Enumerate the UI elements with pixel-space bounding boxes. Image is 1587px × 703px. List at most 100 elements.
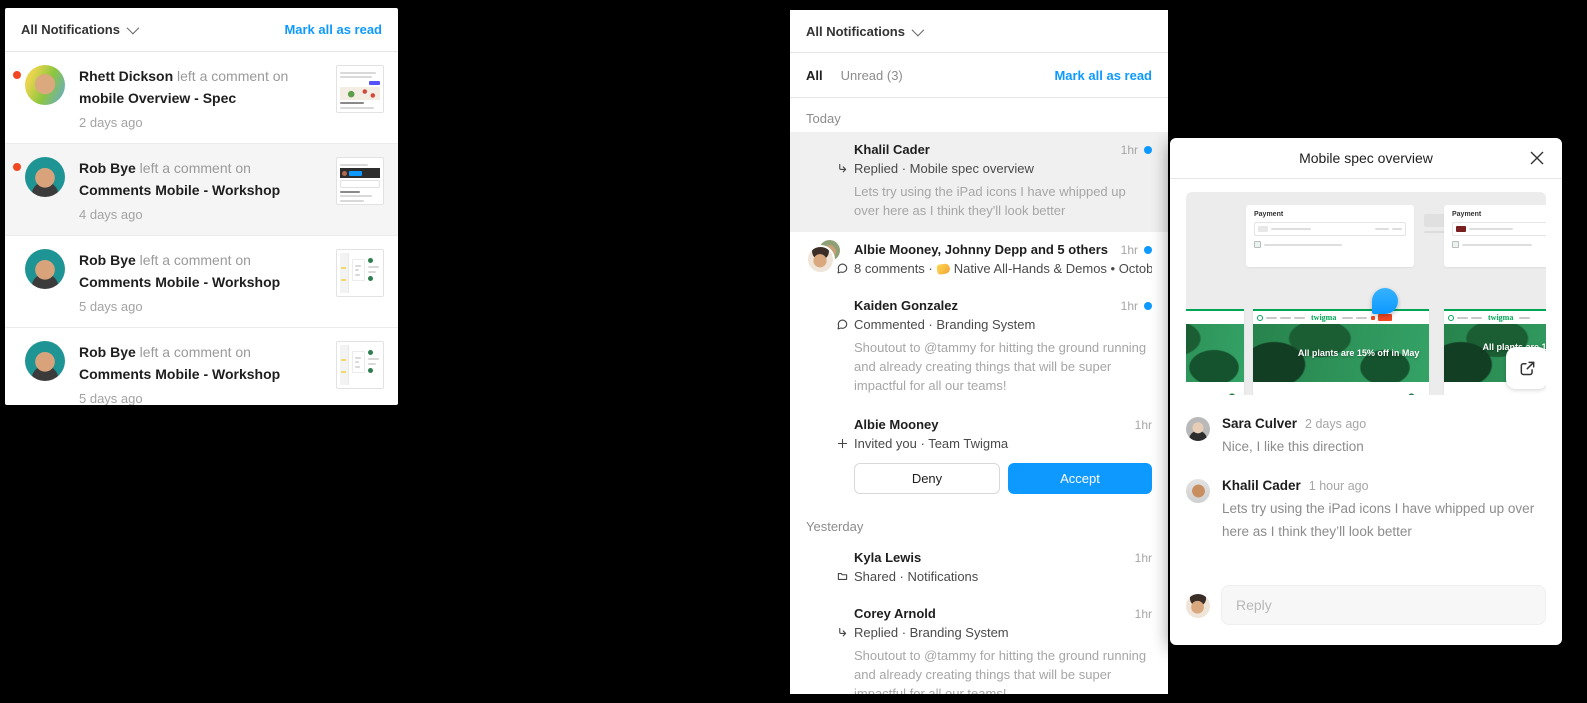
notifications-filter-dropdown[interactable]: All Notifications — [21, 22, 136, 37]
comment-body: Khalil Cader1 hour agoLets try using the… — [1222, 478, 1546, 543]
payment-input-mock — [1452, 222, 1546, 236]
thumbnail — [336, 65, 384, 113]
tab-all[interactable]: All — [806, 68, 823, 83]
deny-button[interactable]: Deny — [854, 463, 1000, 494]
filter-label: All Notifications — [21, 22, 120, 37]
timestamp: 1hr — [1135, 418, 1152, 432]
notification-action: Shared · Notifications — [854, 569, 1152, 584]
notification-headline: Kaiden Gonzalez 1hr — [854, 298, 1152, 313]
chevron-down-icon — [912, 23, 925, 36]
notifications-tabs: All Unread (3) Mark all as read — [790, 53, 1168, 98]
avatar-wrap — [806, 298, 838, 330]
notification-item[interactable]: Kaiden Gonzalez1hrCommented · Branding S… — [790, 288, 1168, 407]
avatar-primary — [806, 245, 835, 274]
notification-item[interactable]: Albie Mooney, Johnny Depp and 5 others1h… — [790, 232, 1168, 288]
payment-label: Payment — [1254, 211, 1406, 218]
storefront-mock-left — [1186, 309, 1244, 395]
notification-item[interactable]: Rhett Dickson left a comment on mobile O… — [5, 52, 398, 143]
close-icon[interactable] — [1526, 147, 1548, 169]
reply-icon — [834, 624, 850, 640]
notification-item[interactable]: Kyla Lewis1hr Shared · Notifications — [790, 540, 1168, 596]
notification-item[interactable]: Albie Mooney 1hr Invited you · Team Twigma… — [790, 407, 1168, 506]
notification-content: Kyla Lewis1hr Shared · Notifications — [854, 550, 1152, 584]
actor-name: Kaiden Gonzalez — [854, 298, 1115, 313]
message-preview: Shoutout to @tammy for hitting the groun… — [854, 646, 1152, 694]
notification-headline: Kyla Lewis1hr — [854, 550, 1152, 565]
reply-icon — [834, 160, 850, 176]
timestamp: 1hr — [1121, 299, 1138, 313]
payment-input-mock — [1254, 222, 1406, 236]
reply-input[interactable] — [1221, 585, 1546, 625]
unread-dot-icon — [1144, 146, 1152, 154]
actor-name: Albie Mooney — [854, 417, 1129, 432]
notification-content: Kaiden Gonzalez1hrCommented · Branding S… — [854, 298, 1152, 395]
timestamp: 5 days ago — [79, 391, 326, 405]
timestamp: 4 days ago — [79, 207, 326, 222]
open-external-icon[interactable] — [1506, 347, 1546, 389]
notification-text: Rob Bye left a comment on Comments Mobil… — [79, 341, 326, 385]
mark-all-read-button[interactable]: Mark all as read — [1054, 68, 1152, 83]
notification-action: Replied · Mobile spec overview — [854, 161, 1152, 176]
comment-icon — [834, 260, 850, 276]
notification-body: Rob Bye left a comment on Comments Mobil… — [79, 157, 336, 222]
notification-item[interactable]: Rob Bye left a comment on Comments Mobil… — [5, 143, 398, 235]
avatar — [1186, 594, 1210, 618]
target-name: Comments Mobile - Workshop — [79, 274, 280, 290]
notification-headline: Albie Mooney 1hr — [854, 417, 1152, 432]
store-navbar-mock: twigma — [1253, 309, 1429, 324]
brand-logo: twigma — [1311, 313, 1336, 322]
notification-body: Rhett Dickson left a comment on mobile O… — [79, 65, 336, 130]
avatar — [1186, 479, 1210, 503]
unread-dot-icon — [13, 71, 21, 79]
section-label: Yesterday — [790, 506, 1168, 540]
avatar-wrap — [806, 606, 838, 638]
action-prefix: 8 comments · — [854, 261, 933, 276]
comment-icon — [834, 316, 850, 332]
action-text: Replied · Branding System — [854, 625, 1009, 640]
timestamp: 1hr — [1121, 243, 1138, 257]
hero-banner: All plants are 15% off in May — [1253, 324, 1429, 382]
center-panel-header: All Notifications — [790, 10, 1168, 53]
payment-label: Payment — [1452, 211, 1546, 218]
notifications-filter-dropdown[interactable]: All Notifications — [806, 24, 921, 39]
timestamp: 1hr — [1121, 143, 1138, 157]
avatar-wrap — [806, 550, 838, 582]
notification-text: Rob Bye left a comment on Comments Mobil… — [79, 249, 326, 293]
chevron-down-icon — [127, 22, 140, 35]
comment-text: Lets try using the iPad icons I have whi… — [1222, 497, 1546, 543]
accept-button[interactable]: Accept — [1008, 463, 1152, 494]
notification-item[interactable]: Rob Bye left a comment on Comments Mobil… — [5, 235, 398, 327]
actor-name: Rhett Dickson — [79, 68, 173, 84]
notification-text: Rob Bye left a comment on Comments Mobil… — [79, 157, 326, 201]
mark-all-read-button[interactable]: Mark all as read — [284, 22, 382, 37]
avatar — [25, 249, 65, 289]
avatar — [25, 65, 65, 105]
notifications-popover-compact: All Notifications Mark all as read Rhett… — [5, 8, 398, 405]
thumbnail — [336, 341, 384, 389]
target-name: mobile Overview - Spec — [79, 90, 236, 106]
comment: Sara Culver2 days agoNice, I like this d… — [1186, 416, 1546, 458]
payment-checkbox-mock — [1452, 241, 1546, 248]
notification-text: Rhett Dickson left a comment on mobile O… — [79, 65, 326, 109]
comment: Khalil Cader1 hour agoLets try using the… — [1186, 478, 1546, 543]
target-name: Comments Mobile - Workshop — [79, 366, 280, 382]
comment-timestamp: 2 days ago — [1305, 417, 1366, 431]
left-panel-header: All Notifications Mark all as read — [5, 8, 398, 52]
file-preview-canvas[interactable]: Payment Complete Order Payment — [1186, 192, 1546, 395]
tab-unread[interactable]: Unread (3) — [841, 68, 903, 83]
notification-action: Invited you · Team Twigma — [854, 436, 1152, 451]
modal-header: Mobile spec overview — [1170, 138, 1562, 179]
notification-content: Albie Mooney 1hr Invited you · Team Twigma… — [854, 417, 1152, 494]
message-preview: Shoutout to @tammy for hitting the groun… — [854, 338, 1152, 395]
comment-pin-icon[interactable] — [1372, 288, 1398, 314]
thumbnail — [336, 249, 384, 297]
notification-item[interactable]: Khalil Cader1hrReplied · Mobile spec ove… — [790, 132, 1168, 232]
storefront-mock-center: twigma All plants are 15% off in May Fin… — [1253, 309, 1429, 395]
notification-item[interactable]: Rob Bye left a comment on Comments Mobil… — [5, 327, 398, 405]
message-preview: Lets try using the iPad icons I have whi… — [854, 182, 1152, 220]
avatar — [25, 341, 65, 381]
unread-dot-icon — [13, 163, 21, 171]
modal-title: Mobile spec overview — [1299, 150, 1433, 166]
comment-text: Nice, I like this direction — [1222, 435, 1546, 458]
notification-item[interactable]: Corey Arnold1hrReplied · Branding System… — [790, 596, 1168, 694]
